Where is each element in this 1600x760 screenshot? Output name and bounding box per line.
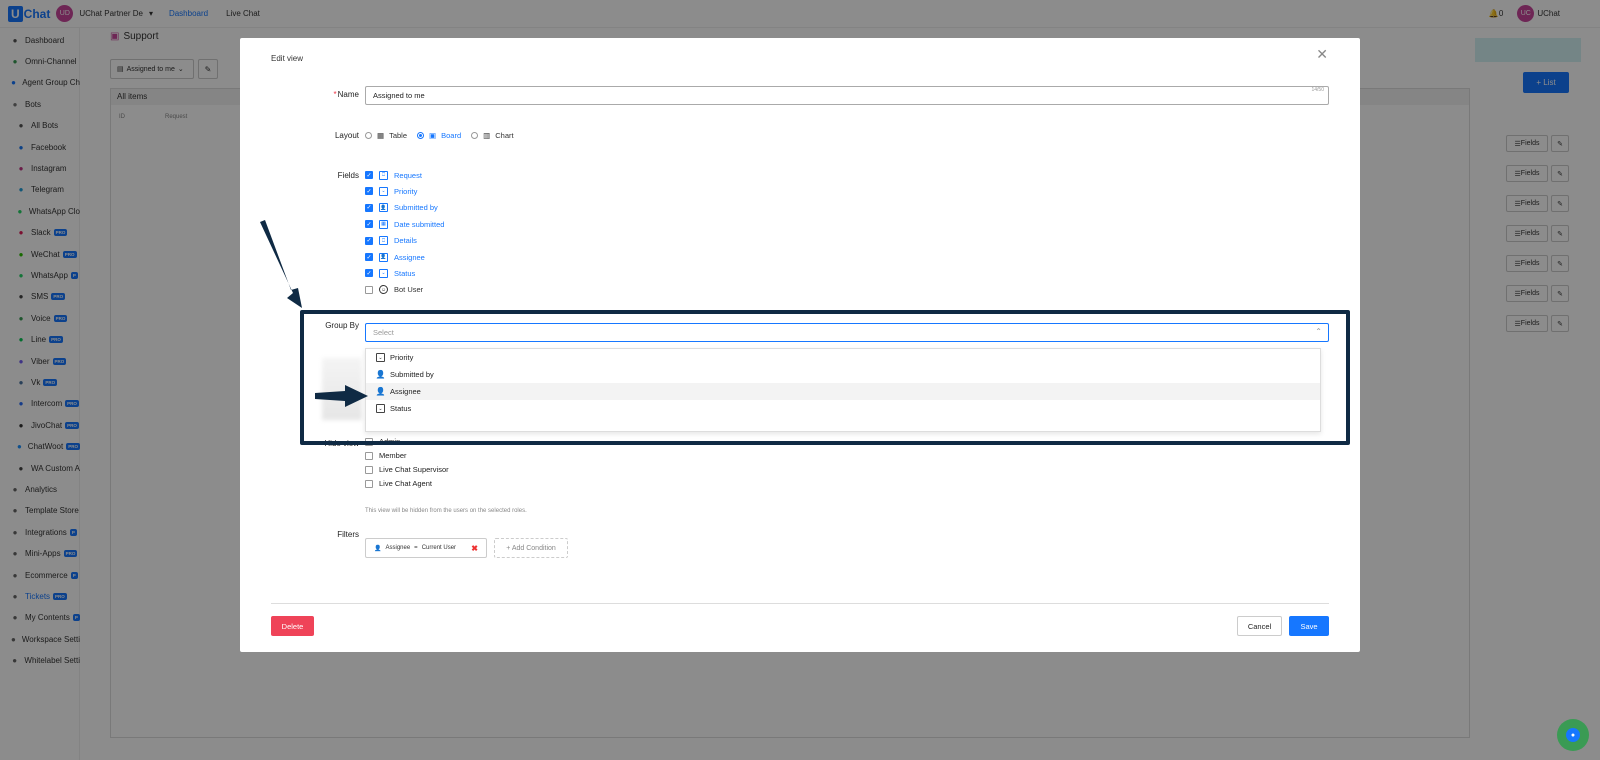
chat-icon: ●: [1566, 728, 1580, 742]
annotation-arrow-down: [260, 220, 302, 308]
annotation-arrows: [260, 220, 368, 407]
annotation-arrow-right: [315, 385, 368, 407]
chat-widget-button[interactable]: ●: [1557, 719, 1589, 751]
